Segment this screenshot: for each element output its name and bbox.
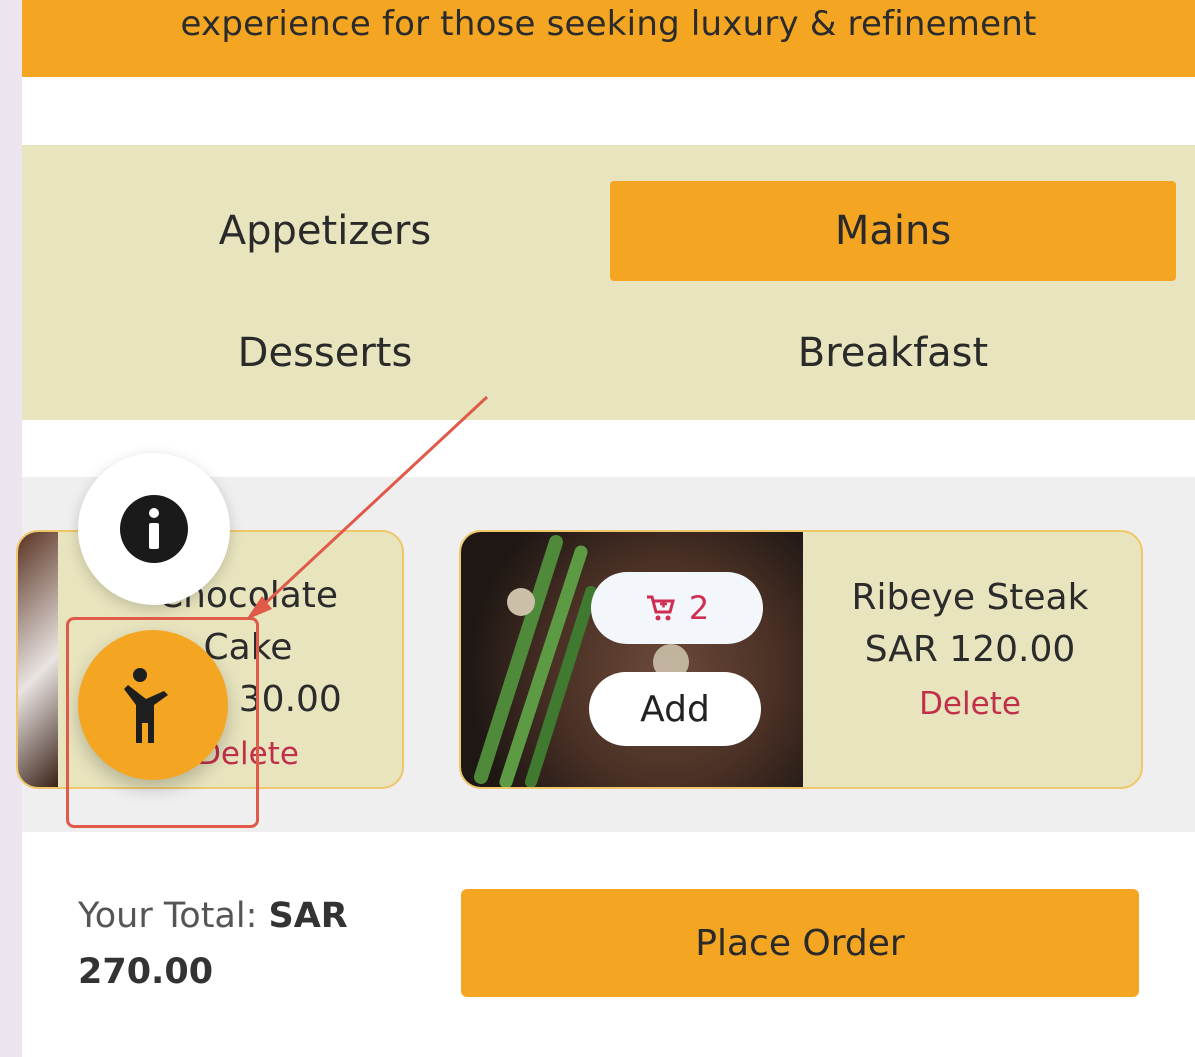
add-button[interactable]: Add (589, 672, 761, 746)
order-total: Your Total: SAR 270.00 (78, 888, 398, 1000)
tab-breakfast[interactable]: Breakfast (610, 303, 1176, 403)
ribeye-steak-image: 2 Add (461, 532, 803, 787)
left-edge-strip (0, 0, 22, 1057)
asparagus-graphic (474, 535, 689, 787)
total-label: Your Total: (78, 896, 258, 936)
tab-desserts[interactable]: Desserts (40, 303, 610, 403)
info-icon (120, 495, 188, 563)
info-fab[interactable] (78, 453, 230, 605)
total-amount: 270.00 (78, 952, 214, 992)
hero-banner: experience for those seeking luxury & re… (22, 0, 1195, 77)
product-info: Ribeye Steak SAR 120.00 Delete (809, 572, 1131, 722)
annotation-highlight-box (66, 617, 259, 828)
chocolate-cake-image (18, 532, 58, 787)
cart-quantity-chip[interactable]: 2 (591, 572, 763, 644)
cart-icon (646, 595, 675, 621)
tab-mains[interactable]: Mains (610, 181, 1176, 281)
delete-link[interactable]: Delete (809, 686, 1131, 722)
cart-count: 2 (688, 589, 710, 627)
place-order-button[interactable]: Place Order (461, 889, 1139, 997)
total-currency: SAR (268, 896, 348, 936)
product-card-ribeye-steak[interactable]: 2 Add Ribeye Steak SAR 120.00 Delete (459, 530, 1143, 789)
product-name: Ribeye Steak (851, 577, 1089, 618)
category-tabs: Appetizers Mains Desserts Breakfast (22, 145, 1195, 420)
banner-text: experience for those seeking luxury & re… (180, 3, 1037, 44)
tab-appetizers[interactable]: Appetizers (40, 181, 610, 281)
product-price: SAR 120.00 (864, 629, 1076, 670)
